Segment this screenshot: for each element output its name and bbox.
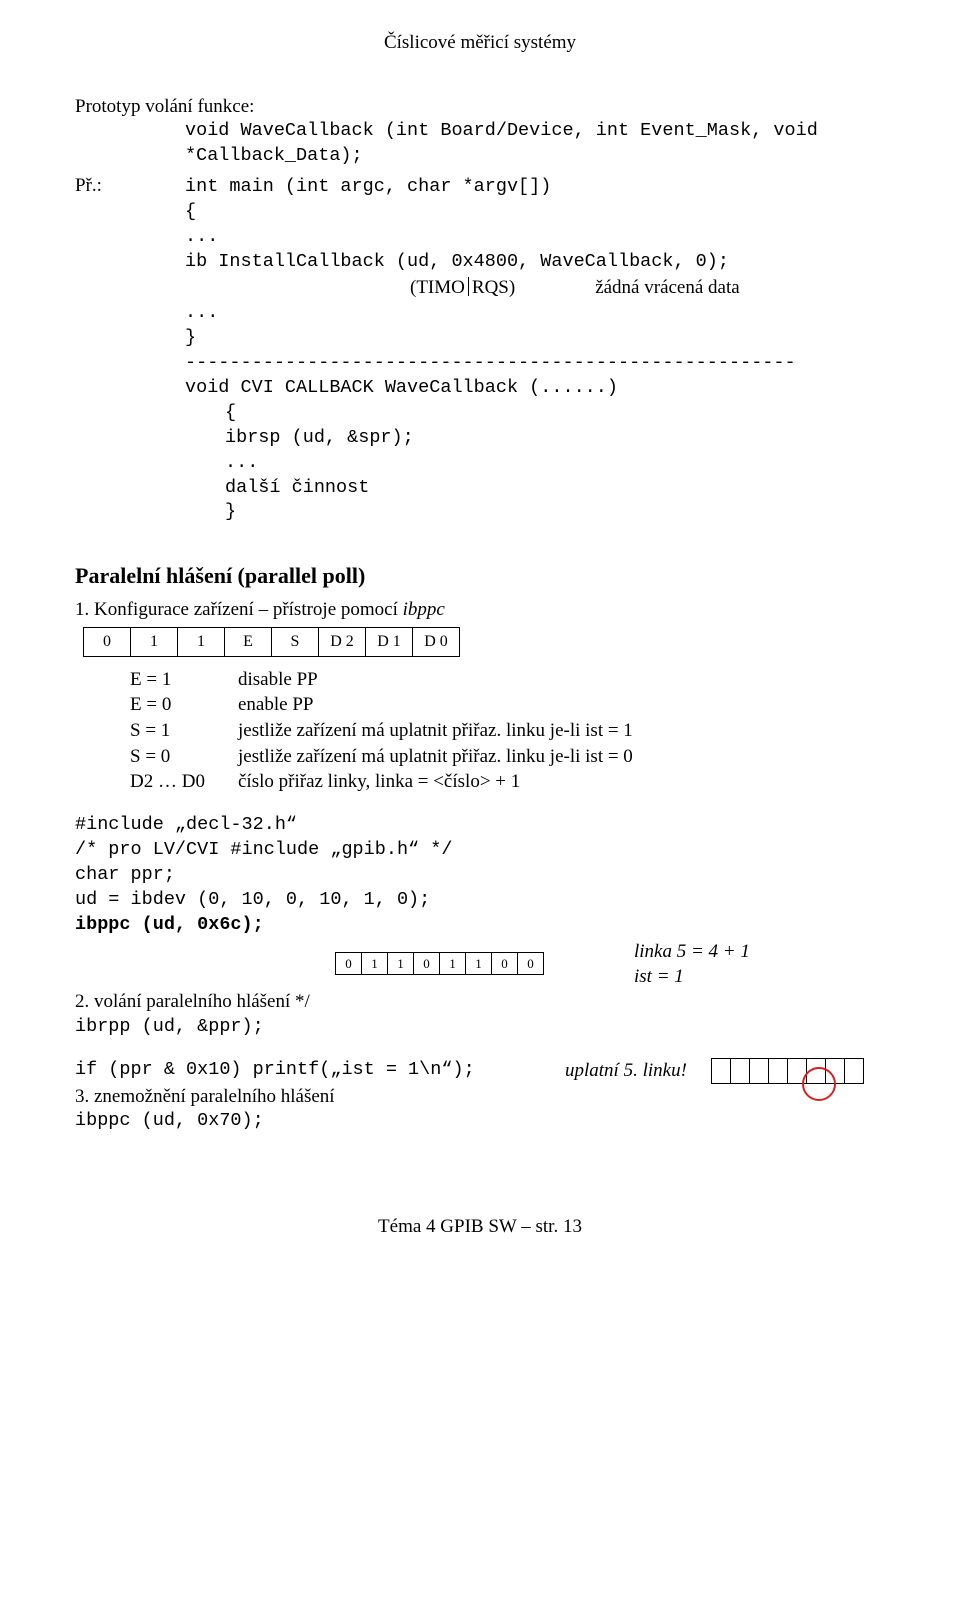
- mini-cell: [749, 1058, 769, 1084]
- eq-left: E = 0: [130, 692, 238, 718]
- code-ibdev: ud = ibdev (0, 10, 0, 10, 1, 0);: [75, 888, 885, 913]
- proto-line-2: *Callback_Data);: [75, 144, 885, 169]
- code-if-ppr: if (ppr & 0x10) printf(„ist = 1\n“);: [75, 1058, 555, 1083]
- bit-cell: 0: [83, 627, 131, 657]
- code-brace-close-2: }: [130, 500, 796, 525]
- code-ellipsis-1: ...: [130, 225, 796, 250]
- example-label: Př.:: [75, 173, 130, 199]
- bit-cell: S: [271, 627, 319, 657]
- parallel-poll-heading: Paralelní hlášení (parallel poll): [75, 561, 885, 591]
- step-1: 1. Konfigurace zařízení – přístroje pomo…: [75, 597, 885, 623]
- note-uplatni: uplatní 5. linku!: [555, 1058, 711, 1084]
- note-timo: (TIMO: [410, 275, 465, 301]
- equation-table: E = 1disable PP E = 0enable PP S = 1jest…: [130, 667, 885, 795]
- red-circle-icon: [802, 1067, 836, 1101]
- code-brace-open-2: {: [130, 401, 796, 426]
- code-ibppc-1: ibppc (ud, 0x6c);: [75, 913, 885, 938]
- page-footer: Téma 4 GPIB SW – str. 13: [75, 1214, 885, 1240]
- bit-cell: 1: [465, 952, 492, 975]
- mini-cell: [711, 1058, 731, 1084]
- code-include-decl32: #include „decl-32.h“: [75, 813, 885, 838]
- eq-right: enable PP: [238, 692, 313, 718]
- mini-cell: [768, 1058, 788, 1084]
- eq-right: jestliže zařízení má uplatnit přiřaz. li…: [238, 718, 633, 744]
- eq-right: disable PP: [238, 667, 318, 693]
- code-char-ppr: char ppr;: [75, 863, 885, 888]
- bit-cell: 0: [491, 952, 518, 975]
- bit-cell: E: [224, 627, 272, 657]
- code-ibppc-2: ibppc (ud, 0x70);: [75, 1109, 885, 1134]
- bit-cell: D 2: [318, 627, 366, 657]
- note-no-return-data: žádná vrácená data: [595, 275, 740, 301]
- bit-cell: 0: [335, 952, 362, 975]
- step-3: 3. znemožnění paralelního hlášení: [75, 1084, 885, 1110]
- code-dashes: ----------------------------------------…: [130, 351, 796, 376]
- code-ellipsis-2: ...: [130, 301, 796, 326]
- bit-table-2: 0 1 1 0 1 1 0 0: [335, 952, 544, 975]
- bit-cell: 1: [439, 952, 466, 975]
- bit-cell: 1: [361, 952, 388, 975]
- mini-bit-table: [711, 1058, 864, 1084]
- step-1-func: ibppc: [403, 599, 445, 620]
- code-include-gpib: /* pro LV/CVI #include „gpib.h“ */: [75, 838, 885, 863]
- mini-cell: [844, 1058, 864, 1084]
- eq-left: S = 1: [130, 718, 238, 744]
- code-further-action: další činnost: [130, 476, 796, 501]
- pipe-icon: [468, 277, 469, 296]
- step-2: 2. volání paralelního hlášení */: [75, 989, 885, 1015]
- code-brace-open-1: {: [130, 200, 796, 225]
- prototype-label: Prototyp volání funkce:: [75, 94, 885, 120]
- eq-right: jestliže zařízení má uplatnit přiřaz. li…: [238, 744, 633, 770]
- eq-left: D2 … D0: [130, 769, 238, 795]
- note-rqs: RQS): [472, 275, 515, 301]
- bit-cell: D 0: [412, 627, 460, 657]
- page-header: Číslicové měřicí systémy: [75, 30, 885, 56]
- step-1-text: 1. Konfigurace zařízení – přístroje pomo…: [75, 599, 403, 620]
- bit-cell: 0: [413, 952, 440, 975]
- note-linka: linka 5 = 4 + 1: [634, 940, 750, 965]
- eq-left: S = 0: [130, 744, 238, 770]
- note-ist: ist = 1: [634, 965, 750, 990]
- mini-cell: [730, 1058, 750, 1084]
- code-main-decl: int main (int argc, char *argv[]): [130, 175, 796, 200]
- code-ibrpp: ibrpp (ud, &ppr);: [75, 1015, 885, 1040]
- bit-cell: 1: [130, 627, 178, 657]
- code-ellipsis-3: ...: [130, 451, 796, 476]
- eq-left: E = 1: [130, 667, 238, 693]
- proto-line-1: void WaveCallback (int Board/Device, int…: [75, 119, 885, 144]
- code-install-callback: ib InstallCallback (ud, 0x4800, WaveCall…: [130, 250, 796, 275]
- code-brace-close-1: }: [130, 326, 796, 351]
- bit-table-1: 0 1 1 E S D 2 D 1 D 0: [83, 627, 885, 657]
- bit-cell: 1: [177, 627, 225, 657]
- eq-right: číslo přiřaz linky, linka = <číslo> + 1: [238, 769, 520, 795]
- code-callback-decl: void CVI CALLBACK WaveCallback (......): [130, 376, 796, 401]
- bit-cell: 1: [387, 952, 414, 975]
- bit-cell: 0: [517, 952, 544, 975]
- code-ibrsp: ibrsp (ud, &spr);: [130, 426, 796, 451]
- bit-cell: D 1: [365, 627, 413, 657]
